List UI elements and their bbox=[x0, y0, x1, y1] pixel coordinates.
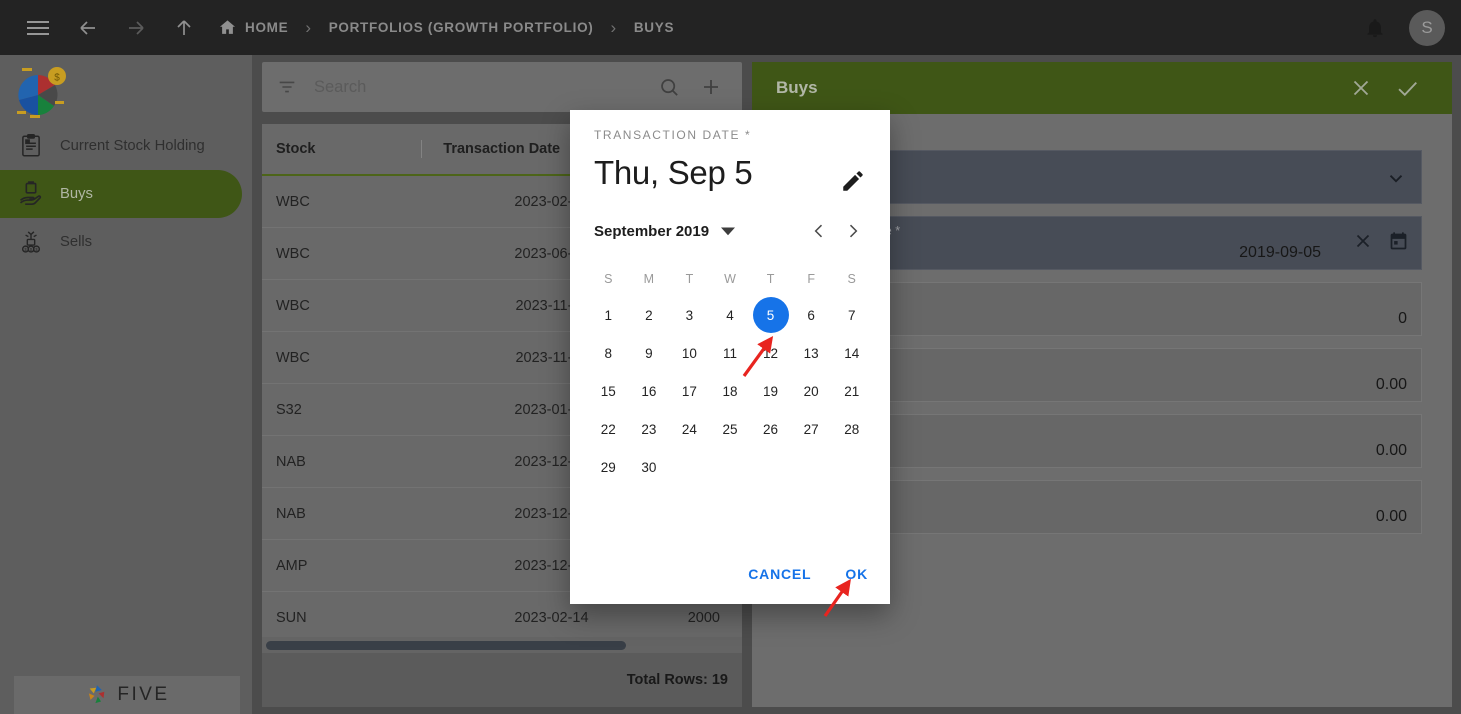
calendar-day-29[interactable]: 29 bbox=[588, 448, 629, 486]
calendar-day-label: 24 bbox=[681, 421, 697, 437]
calendar-day-15[interactable]: 15 bbox=[588, 372, 629, 410]
calendar-day-23[interactable]: 23 bbox=[629, 410, 670, 448]
day-of-week-header: S bbox=[847, 272, 856, 286]
calendar-grid: S M T W T F S 1 2 3 4 5 6 7 8 9 10 11 12 13 14 15 16 17 1… bbox=[570, 262, 890, 486]
calendar-day-3[interactable]: 3 bbox=[669, 296, 710, 334]
calendar-day-28[interactable]: 28 bbox=[831, 410, 872, 448]
month-year-label[interactable]: September 2019 bbox=[594, 223, 709, 240]
calendar-day-label: 18 bbox=[722, 383, 738, 399]
calendar-day-12[interactable]: 12 bbox=[750, 334, 791, 372]
day-of-week-header: M bbox=[643, 272, 655, 286]
calendar-day-17[interactable]: 17 bbox=[669, 372, 710, 410]
calendar-day-label: 10 bbox=[681, 345, 697, 361]
next-month-button[interactable] bbox=[836, 214, 870, 248]
calendar-day-label: 29 bbox=[600, 459, 616, 475]
day-of-week-header: S bbox=[604, 272, 613, 286]
calendar-day-9[interactable]: 9 bbox=[629, 334, 670, 372]
calendar-day-label: 26 bbox=[763, 421, 779, 437]
calendar-day-2[interactable]: 2 bbox=[629, 296, 670, 334]
calendar-day-label: 3 bbox=[685, 307, 694, 323]
date-picker-header: TRANSACTION DATE * Thu, Sep 5 bbox=[570, 110, 890, 192]
calendar-day-label: 25 bbox=[722, 421, 738, 437]
calendar-day-label: 8 bbox=[604, 345, 613, 361]
calendar-day-label: 7 bbox=[847, 307, 856, 323]
calendar-day-label: 27 bbox=[803, 421, 819, 437]
caret-down-icon[interactable] bbox=[721, 224, 736, 238]
chevron-left-icon bbox=[814, 224, 823, 238]
calendar-day-label: 22 bbox=[600, 421, 616, 437]
calendar-day-label: 23 bbox=[641, 421, 657, 437]
calendar-day-label: 5 bbox=[752, 297, 789, 333]
calendar-day-25[interactable]: 25 bbox=[710, 410, 751, 448]
calendar-day-26[interactable]: 26 bbox=[750, 410, 791, 448]
calendar-day-18[interactable]: 18 bbox=[710, 372, 751, 410]
calendar-day-label: 20 bbox=[803, 383, 819, 399]
calendar-day-label: 28 bbox=[844, 421, 860, 437]
calendar-day-30[interactable]: 30 bbox=[629, 448, 670, 486]
calendar-day-24[interactable]: 24 bbox=[669, 410, 710, 448]
date-picker-eyebrow: TRANSACTION DATE * bbox=[594, 128, 752, 142]
calendar-day-label: 16 bbox=[641, 383, 657, 399]
calendar-day-label: 6 bbox=[807, 307, 815, 323]
calendar-day-16[interactable]: 16 bbox=[629, 372, 670, 410]
calendar-day-21[interactable]: 21 bbox=[831, 372, 872, 410]
calendar-day-label: 15 bbox=[600, 383, 616, 399]
pencil-icon[interactable] bbox=[840, 168, 866, 194]
calendar-day-27[interactable]: 27 bbox=[791, 410, 832, 448]
calendar-day-label: 21 bbox=[844, 383, 860, 399]
calendar-day-13[interactable]: 13 bbox=[791, 334, 832, 372]
calendar-day-label: 1 bbox=[604, 307, 613, 323]
calendar-day-label: 13 bbox=[803, 345, 819, 361]
calendar-day-label: 12 bbox=[763, 345, 779, 361]
calendar-day-label: 14 bbox=[844, 345, 860, 361]
day-of-week-header: W bbox=[724, 272, 736, 286]
calendar-day-label: 9 bbox=[645, 345, 653, 361]
day-of-week-header: T bbox=[685, 272, 694, 286]
calendar-day-10[interactable]: 10 bbox=[669, 334, 710, 372]
date-picker-selected-date: Thu, Sep 5 bbox=[594, 154, 753, 191]
chevron-right-icon bbox=[849, 224, 858, 238]
calendar-day-6[interactable]: 6 bbox=[791, 296, 832, 334]
date-picker-actions: CANCEL OK bbox=[744, 560, 872, 588]
calendar-day-22[interactable]: 22 bbox=[588, 410, 629, 448]
calendar-day-5[interactable]: 5 bbox=[750, 296, 791, 334]
calendar-day-20[interactable]: 20 bbox=[791, 372, 832, 410]
calendar-day-7[interactable]: 7 bbox=[831, 296, 872, 334]
calendar-day-8[interactable]: 8 bbox=[588, 334, 629, 372]
prev-month-button[interactable] bbox=[802, 214, 836, 248]
calendar-day-1[interactable]: 1 bbox=[588, 296, 629, 334]
calendar-day-label: 17 bbox=[681, 383, 697, 399]
calendar-day-14[interactable]: 14 bbox=[831, 334, 872, 372]
day-of-week-header: F bbox=[807, 272, 815, 286]
date-picker-nav: September 2019 bbox=[570, 192, 890, 248]
date-picker-dialog: TRANSACTION DATE * Thu, Sep 5 September … bbox=[570, 110, 890, 604]
day-of-week-header: T bbox=[766, 272, 775, 286]
calendar-day-label: 30 bbox=[641, 459, 657, 475]
calendar-day-4[interactable]: 4 bbox=[710, 296, 751, 334]
calendar-day-label: 2 bbox=[645, 307, 653, 323]
cancel-button[interactable]: CANCEL bbox=[744, 560, 815, 588]
calendar-day-label: 11 bbox=[722, 345, 737, 361]
ok-button[interactable]: OK bbox=[841, 560, 872, 588]
calendar-day-11[interactable]: 11 bbox=[710, 334, 751, 372]
calendar-day-label: 19 bbox=[763, 383, 779, 399]
calendar-day-19[interactable]: 19 bbox=[750, 372, 791, 410]
app-root: HOME › PORTFOLIOS (GROWTH PORTFOLIO) › B… bbox=[0, 0, 1461, 714]
calendar-day-label: 4 bbox=[726, 307, 734, 323]
